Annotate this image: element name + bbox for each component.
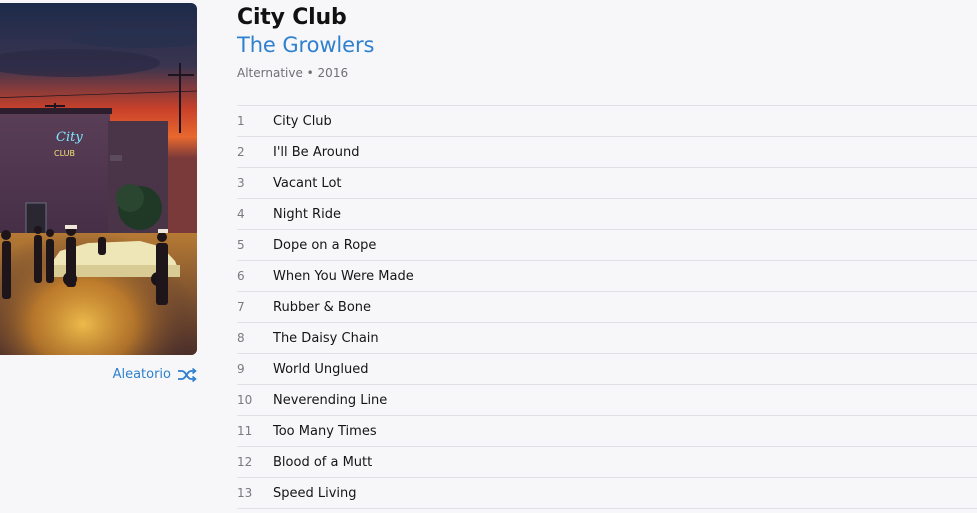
track-title: City Club [273, 113, 332, 129]
album-page: City CLUB Aleatorio City Club The Growle… [0, 0, 977, 513]
shuffle-icon [178, 367, 197, 382]
track-row[interactable]: 7 Rubber & Bone [237, 292, 977, 323]
track-title: I'll Be Around [273, 144, 360, 160]
track-row[interactable]: 11 Too Many Times [237, 416, 977, 447]
track-title: Vacant Lot [273, 175, 342, 191]
track-title: World Unglued [273, 361, 369, 377]
track-number: 9 [237, 362, 245, 376]
track-row[interactable]: 8 The Daisy Chain [237, 323, 977, 354]
track-number: 4 [237, 207, 245, 221]
neon-sign-script: City [56, 130, 83, 145]
track-row[interactable]: 12 Blood of a Mutt [237, 447, 977, 478]
track-number: 2 [237, 145, 245, 159]
shuffle-label: Aleatorio [112, 367, 171, 382]
track-number: 3 [237, 176, 245, 190]
track-title: Dope on a Rope [273, 237, 377, 253]
track-row[interactable]: 13 Speed Living [237, 478, 977, 509]
track-list: 1 City Club 2 I'll Be Around 3 Vacant Lot 4 Nig… [237, 105, 977, 509]
track-title: Neverending Line [273, 392, 388, 408]
track-number: 7 [237, 300, 245, 314]
track-number: 1 [237, 114, 245, 128]
track-row[interactable]: 2 I'll Be Around [237, 137, 977, 168]
track-row[interactable]: 3 Vacant Lot [237, 168, 977, 199]
track-title: Rubber & Bone [273, 299, 372, 315]
neon-sign-text: CLUB [54, 149, 75, 158]
album-title: City Club [237, 5, 347, 30]
track-title: Night Ride [273, 206, 341, 222]
track-number: 10 [237, 393, 253, 407]
track-row[interactable]: 9 World Unglued [237, 354, 977, 385]
track-title: When You Were Made [273, 268, 414, 284]
album-artwork[interactable]: City CLUB [0, 3, 197, 355]
track-row[interactable]: 1 City Club [237, 106, 977, 137]
track-title: Too Many Times [273, 423, 377, 439]
track-number: 8 [237, 331, 245, 345]
artist-link[interactable]: The Growlers [237, 33, 374, 57]
track-title: The Daisy Chain [273, 330, 379, 346]
shuffle-button[interactable]: Aleatorio [113, 367, 197, 382]
album-artwork-image: City CLUB [0, 3, 197, 355]
track-number: 11 [237, 424, 253, 438]
track-row[interactable]: 10 Neverending Line [237, 385, 977, 416]
track-title: Blood of a Mutt [273, 454, 373, 470]
track-title: Speed Living [273, 485, 357, 501]
track-row[interactable]: 6 When You Were Made [237, 261, 977, 292]
album-genre-year: Alternative • 2016 [237, 66, 349, 80]
track-number: 6 [237, 269, 245, 283]
track-number: 13 [237, 486, 253, 500]
track-row[interactable]: 4 Night Ride [237, 199, 977, 230]
track-number: 12 [237, 455, 253, 469]
track-number: 5 [237, 238, 245, 252]
track-row[interactable]: 5 Dope on a Rope [237, 230, 977, 261]
